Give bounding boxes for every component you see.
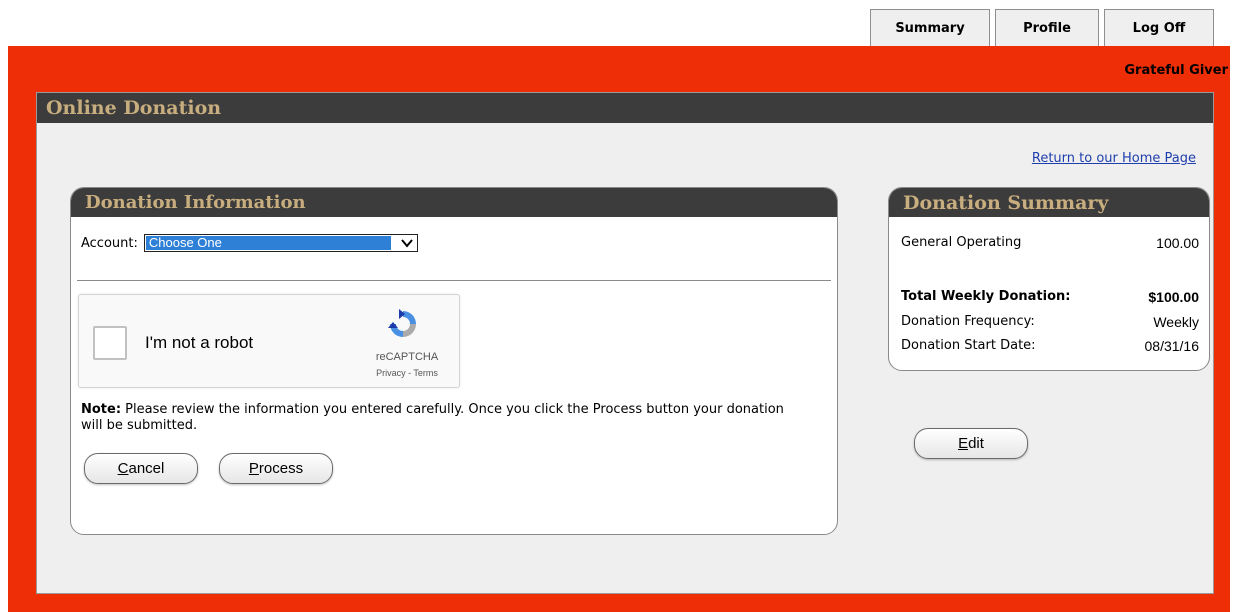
recaptcha-checkbox[interactable] (93, 326, 127, 360)
line-item-label: General Operating (901, 235, 1022, 250)
edit-button[interactable]: Edit (914, 428, 1028, 459)
page-frame: Grateful Giver Online Donation Return to… (8, 46, 1230, 612)
donation-information-title: Donation Information (71, 188, 837, 217)
edit-label: dit (968, 435, 984, 452)
line-item-value: 100.00 (1156, 235, 1199, 251)
process-button[interactable]: Process (219, 453, 333, 484)
divider (77, 280, 831, 281)
user-name: Grateful Giver (1124, 63, 1228, 78)
chevron-down-icon (400, 235, 414, 254)
start-date-value: 08/31/16 (1144, 338, 1200, 354)
account-selected-value: Choose One (145, 236, 391, 250)
frequency-label: Donation Frequency: (901, 314, 1035, 329)
note-text: Please review the information you entere… (81, 402, 784, 433)
summary-frequency: Donation Frequency: Weekly (901, 314, 1199, 330)
tab-profile[interactable]: Profile (995, 9, 1099, 47)
tab-summary[interactable]: Summary (870, 9, 990, 47)
edit-accesskey: E (958, 435, 969, 452)
frequency-value: Weekly (1153, 314, 1199, 330)
total-value: $100.00 (1148, 289, 1199, 305)
total-label: Total Weekly Donation: (901, 289, 1071, 304)
process-label: rocess (258, 460, 304, 477)
cancel-accesskey: C (117, 460, 129, 477)
process-accesskey: P (248, 460, 259, 477)
recaptcha-widget: I'm not a robot reCAPTCHA Privacy - Term… (78, 294, 460, 388)
start-date-label: Donation Start Date: (901, 338, 1036, 353)
return-home-link[interactable]: Return to our Home Page (1032, 151, 1196, 166)
page-title: Online Donation (37, 93, 1213, 123)
recaptcha-logo-icon (388, 309, 416, 337)
recaptcha-privacy-terms-links[interactable]: Privacy - Terms (367, 368, 447, 378)
recaptcha-brand: reCAPTCHA (375, 351, 439, 363)
tab-log-off[interactable]: Log Off (1104, 9, 1214, 47)
summary-total: Total Weekly Donation: $100.00 (901, 289, 1199, 305)
donation-information-box: Donation Information Account: Choose One… (70, 187, 838, 535)
cancel-label: ancel (128, 460, 165, 477)
donation-summary-box: Donation Summary General Operating 100.0… (888, 187, 1210, 371)
account-select[interactable]: Choose One (143, 234, 418, 254)
review-note: Note: Please review the information you … (81, 402, 801, 434)
cancel-button[interactable]: Cancel (84, 453, 198, 484)
note-label: Note: (81, 402, 122, 417)
summary-start-date: Donation Start Date: 08/31/16 (901, 338, 1199, 354)
online-donation-panel: Online Donation Return to our Home Page … (36, 92, 1214, 594)
donation-summary-title: Donation Summary (889, 188, 1209, 217)
recaptcha-label: I'm not a robot (145, 333, 254, 352)
account-row: Account: Choose One (81, 234, 418, 252)
account-label: Account: (81, 235, 138, 251)
summary-line-item: General Operating 100.00 (901, 235, 1199, 251)
